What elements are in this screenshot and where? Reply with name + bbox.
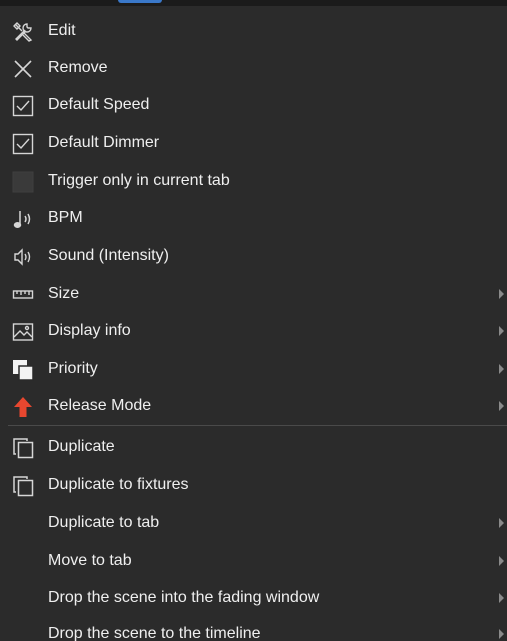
menu-item-release-mode[interactable]: Release Mode <box>0 389 507 423</box>
menu-item-label: Drop the scene into the fading window <box>48 589 320 606</box>
menu-item-drop-fading[interactable]: Drop the scene into the fading window <box>0 581 507 615</box>
menu-item-label: Duplicate to fixtures <box>48 476 189 493</box>
ruler-icon <box>12 284 34 306</box>
menu-item-remove[interactable]: Remove <box>0 51 507 85</box>
top-edge <box>0 0 507 6</box>
menu-item-priority[interactable]: Priority <box>0 352 507 386</box>
submenu-arrow-icon <box>499 629 504 639</box>
menu-item-edit[interactable]: Edit <box>0 14 507 48</box>
menu-item-move-tab[interactable]: Move to tab <box>0 544 507 578</box>
menu-item-bpm[interactable]: BPM <box>0 201 507 235</box>
music-note-icon <box>12 208 34 230</box>
menu-item-trigger-only[interactable]: Trigger only in current tab <box>0 164 507 198</box>
duplicate-icon <box>12 475 34 497</box>
menu-item-default-speed[interactable]: Default Speed <box>0 88 507 122</box>
duplicate-icon <box>12 437 34 459</box>
close-icon <box>12 58 34 80</box>
arrow-up-icon <box>12 396 34 418</box>
menu-item-size[interactable]: Size <box>0 277 507 311</box>
image-icon <box>12 321 34 343</box>
menu-item-label: Default Dimmer <box>48 134 160 151</box>
context-menu: Edit Remove Default Speed Default Dimmer <box>0 0 507 641</box>
menu-item-label: BPM <box>48 209 83 226</box>
menu-item-display-info[interactable]: Display info <box>0 314 507 348</box>
menu-item-label: Default Speed <box>48 96 150 113</box>
tools-icon <box>12 21 34 43</box>
menu-separator <box>8 425 507 426</box>
menu-item-label: Edit <box>48 22 76 39</box>
menu-item-label: Duplicate <box>48 438 115 455</box>
menu-item-duplicate-fixtures[interactable]: Duplicate to fixtures <box>0 468 507 502</box>
submenu-arrow-icon <box>499 518 504 528</box>
menu-item-sound[interactable]: Sound (Intensity) <box>0 239 507 273</box>
menu-item-label: Duplicate to tab <box>48 514 160 531</box>
speaker-icon <box>12 246 34 268</box>
checkbox-checked-icon[interactable] <box>12 95 34 117</box>
menu-item-label: Drop the scene to the timeline <box>48 625 261 641</box>
menu-item-label: Priority <box>48 360 98 377</box>
menu-item-label: Trigger only in current tab <box>48 172 230 189</box>
submenu-arrow-icon <box>499 401 504 411</box>
menu-item-duplicate-tab[interactable]: Duplicate to tab <box>0 506 507 540</box>
menu-item-drop-timeline[interactable]: Drop the scene to the timeline <box>0 617 507 641</box>
menu-item-label: Sound (Intensity) <box>48 247 169 264</box>
submenu-arrow-icon <box>499 593 504 603</box>
selection-indicator <box>118 0 162 3</box>
menu-item-label: Remove <box>48 59 108 76</box>
checkbox-checked-icon[interactable] <box>12 133 34 155</box>
menu-item-label: Size <box>48 285 80 302</box>
menu-item-label: Release Mode <box>48 397 152 414</box>
submenu-arrow-icon <box>499 364 504 374</box>
menu-item-duplicate[interactable]: Duplicate <box>0 430 507 464</box>
submenu-arrow-icon <box>499 556 504 566</box>
menu-item-default-dimmer[interactable]: Default Dimmer <box>0 126 507 160</box>
checkbox-unchecked-icon[interactable] <box>12 171 34 193</box>
menu-item-label: Display info <box>48 322 131 339</box>
menu-item-label: Move to tab <box>48 552 132 569</box>
submenu-arrow-icon <box>499 289 504 299</box>
submenu-arrow-icon <box>499 326 504 336</box>
layers-icon <box>12 359 34 381</box>
